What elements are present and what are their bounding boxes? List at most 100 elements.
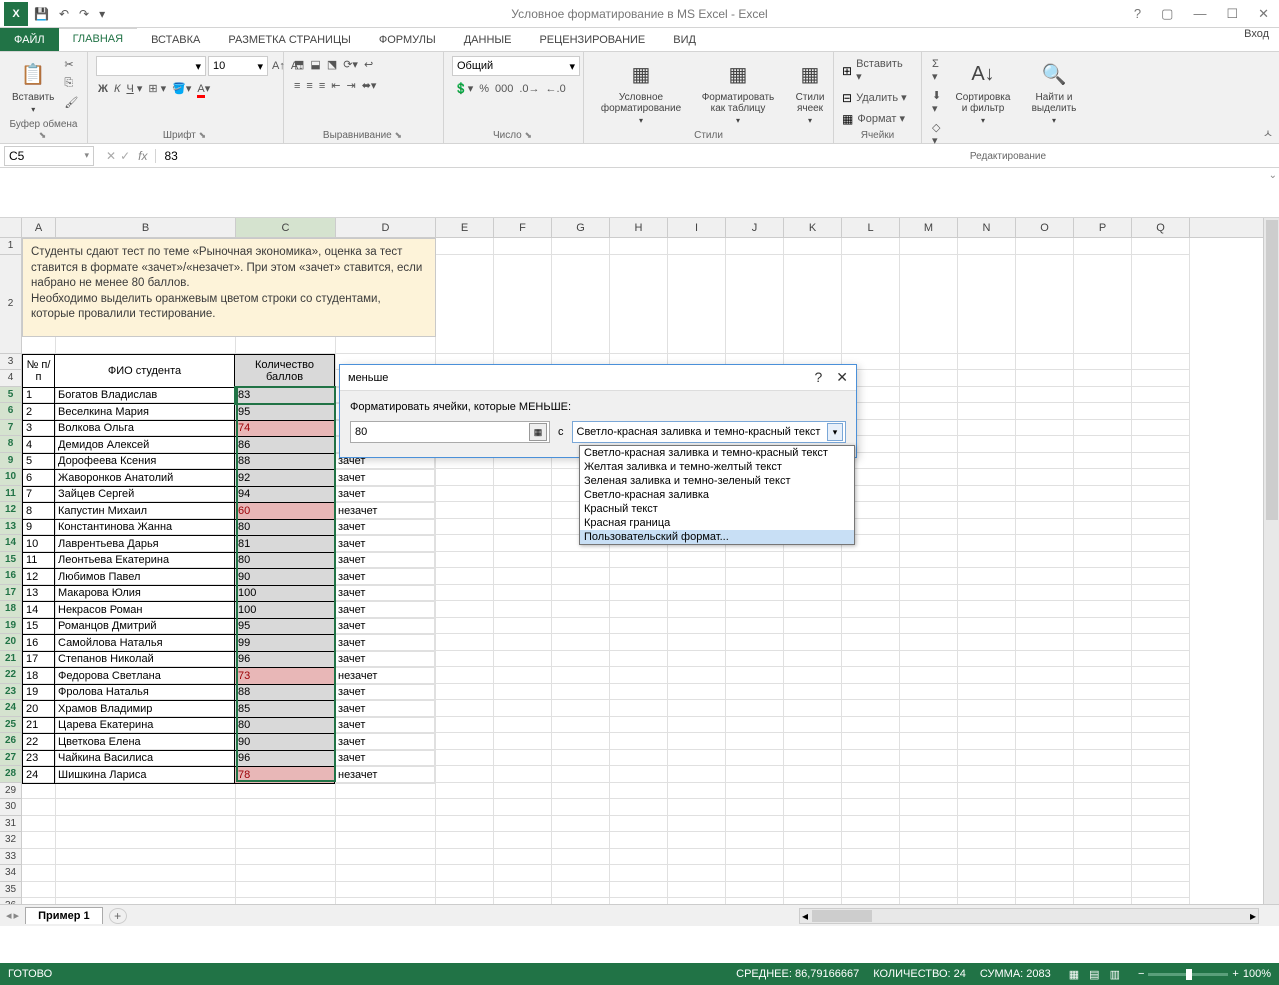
decrease-decimal-button[interactable]: ←.0 bbox=[544, 81, 568, 97]
copy-button[interactable]: ⎘ bbox=[62, 75, 80, 92]
wrap-text-button[interactable]: ↩ bbox=[362, 56, 375, 73]
formula-expand-handle[interactable]: ⌄ bbox=[1269, 170, 1277, 181]
row-header-6[interactable]: 6 bbox=[0, 403, 22, 420]
row-header-28[interactable]: 28 bbox=[0, 766, 22, 783]
fx-icon[interactable]: fx bbox=[138, 149, 156, 163]
row-header-26[interactable]: 26 bbox=[0, 733, 22, 750]
conditional-formatting-button[interactable]: ▦ Условное форматирование▾ bbox=[592, 56, 690, 127]
col-header-M[interactable]: M bbox=[900, 218, 958, 237]
row-header-8[interactable]: 8 bbox=[0, 436, 22, 453]
col-header-Q[interactable]: Q bbox=[1132, 218, 1190, 237]
vscroll-thumb[interactable] bbox=[1266, 220, 1278, 520]
format-dropdown[interactable]: Светло-красная заливка и темно-красный т… bbox=[579, 445, 855, 545]
row-header-30[interactable]: 30 bbox=[0, 799, 22, 816]
format-cells-button[interactable]: Формат ▾ bbox=[855, 110, 907, 127]
alignment-launcher[interactable]: ⬊ bbox=[395, 130, 405, 140]
dropdown-option[interactable]: Пользовательский формат... bbox=[580, 530, 854, 544]
fill-button[interactable]: ⬇ ▾ bbox=[930, 87, 944, 117]
worksheet-grid[interactable]: ABCDEFGHIJKLMNOPQ 1234567891011121314151… bbox=[0, 218, 1279, 904]
font-name-select[interactable]: ▾ bbox=[96, 56, 206, 76]
paste-button[interactable]: 📋 Вставить ▾ bbox=[8, 56, 58, 116]
row-header-23[interactable]: 23 bbox=[0, 684, 22, 701]
threshold-input[interactable]: 80 ▦ bbox=[350, 421, 550, 443]
dropdown-option[interactable]: Красная граница bbox=[580, 516, 854, 530]
row-header-19[interactable]: 19 bbox=[0, 618, 22, 635]
zoom-handle[interactable] bbox=[1186, 969, 1192, 980]
align-bottom-button[interactable]: ⬔ bbox=[325, 56, 339, 73]
align-right-button[interactable]: ≡ bbox=[317, 78, 327, 94]
row-header-14[interactable]: 14 bbox=[0, 535, 22, 552]
select-all-corner[interactable] bbox=[0, 218, 22, 237]
row-header-20[interactable]: 20 bbox=[0, 634, 22, 651]
sheet-nav-first[interactable]: ◂ bbox=[6, 909, 12, 922]
row-header-25[interactable]: 25 bbox=[0, 717, 22, 734]
sheet-nav-prev[interactable]: ▸ bbox=[14, 909, 20, 922]
number-format-select[interactable]: Общий▾ bbox=[452, 56, 580, 76]
qat-undo[interactable]: ↶ bbox=[55, 5, 73, 23]
clear-button[interactable]: ◇ ▾ bbox=[930, 119, 944, 149]
col-header-F[interactable]: F bbox=[494, 218, 552, 237]
col-header-O[interactable]: O bbox=[1016, 218, 1074, 237]
name-box[interactable]: C5▾ bbox=[4, 146, 94, 166]
qat-redo[interactable]: ↷ bbox=[75, 5, 93, 23]
row-header-13[interactable]: 13 bbox=[0, 519, 22, 536]
row-header-21[interactable]: 21 bbox=[0, 651, 22, 668]
enter-formula-button[interactable]: ✓ bbox=[120, 149, 130, 163]
format-select[interactable]: Светло-красная заливка и темно-красный т… bbox=[572, 421, 847, 443]
sort-filter-button[interactable]: A↓ Сортировка и фильтр▾ bbox=[948, 56, 1018, 127]
tab-formulas[interactable]: ФОРМУЛЫ bbox=[365, 28, 450, 51]
number-launcher[interactable]: ⬊ bbox=[525, 130, 535, 140]
col-header-I[interactable]: I bbox=[668, 218, 726, 237]
row-header-17[interactable]: 17 bbox=[0, 585, 22, 602]
underline-button[interactable]: Ч ▾ bbox=[124, 80, 144, 97]
zoom-out-button[interactable]: − bbox=[1138, 968, 1144, 980]
dropdown-option[interactable]: Светло-красная заливка bbox=[580, 488, 854, 502]
clipboard-launcher[interactable]: ⬊ bbox=[39, 130, 49, 140]
dialog-close-button[interactable]: ✕ bbox=[832, 369, 852, 386]
col-header-P[interactable]: P bbox=[1074, 218, 1132, 237]
row-header-29[interactable]: 29 bbox=[0, 783, 22, 800]
col-header-E[interactable]: E bbox=[436, 218, 494, 237]
vertical-scrollbar[interactable] bbox=[1263, 218, 1279, 904]
dialog-titlebar[interactable]: меньше ? ✕ bbox=[340, 365, 856, 391]
dropdown-option[interactable]: Зеленая заливка и темно-зеленый текст bbox=[580, 474, 854, 488]
cell-styles-button[interactable]: ▦ Стили ячеек▾ bbox=[786, 56, 834, 127]
range-picker-button[interactable]: ▦ bbox=[529, 423, 547, 441]
row-header-34[interactable]: 34 bbox=[0, 865, 22, 882]
row-header-9[interactable]: 9 bbox=[0, 453, 22, 470]
italic-button[interactable]: К bbox=[112, 81, 122, 97]
col-header-G[interactable]: G bbox=[552, 218, 610, 237]
row-header-3[interactable]: 3 bbox=[0, 354, 22, 371]
find-select-button[interactable]: 🔍 Найти и выделить▾ bbox=[1022, 56, 1086, 127]
tab-view[interactable]: ВИД bbox=[659, 28, 710, 51]
percent-button[interactable]: % bbox=[477, 81, 491, 97]
col-header-C[interactable]: C bbox=[236, 218, 336, 237]
tab-layout[interactable]: РАЗМЕТКА СТРАНИЦЫ bbox=[214, 28, 364, 51]
tab-home[interactable]: ГЛАВНАЯ bbox=[59, 28, 137, 51]
add-sheet-button[interactable]: + bbox=[109, 908, 127, 924]
col-header-L[interactable]: L bbox=[842, 218, 900, 237]
align-left-button[interactable]: ≡ bbox=[292, 78, 302, 94]
view-page-layout-button[interactable]: ▤ bbox=[1085, 966, 1103, 983]
row-header-35[interactable]: 35 bbox=[0, 882, 22, 899]
col-header-N[interactable]: N bbox=[958, 218, 1016, 237]
align-top-button[interactable]: ⬒ bbox=[292, 56, 306, 73]
row-header-12[interactable]: 12 bbox=[0, 502, 22, 519]
qat-customize[interactable]: ▾ bbox=[95, 5, 109, 23]
cancel-formula-button[interactable]: ✕ bbox=[106, 149, 116, 163]
zoom-value[interactable]: 100% bbox=[1243, 968, 1271, 980]
ribbon-display-button[interactable]: ▢ bbox=[1155, 4, 1179, 24]
hscroll-right[interactable]: ▸ bbox=[1248, 909, 1258, 923]
row-header-5[interactable]: 5 bbox=[0, 387, 22, 404]
col-header-A[interactable]: A bbox=[22, 218, 56, 237]
sheet-tab-active[interactable]: Пример 1 bbox=[25, 907, 103, 924]
zoom-slider[interactable] bbox=[1148, 973, 1228, 976]
insert-cells-button[interactable]: Вставить ▾ bbox=[854, 56, 913, 85]
hscroll-left[interactable]: ◂ bbox=[800, 909, 810, 923]
row-header-7[interactable]: 7 bbox=[0, 420, 22, 437]
row-header-2[interactable]: 2 bbox=[0, 255, 22, 354]
font-launcher[interactable]: ⬊ bbox=[199, 130, 209, 140]
font-color-button[interactable]: A▾ bbox=[195, 80, 212, 97]
row-header-22[interactable]: 22 bbox=[0, 667, 22, 684]
col-header-J[interactable]: J bbox=[726, 218, 784, 237]
